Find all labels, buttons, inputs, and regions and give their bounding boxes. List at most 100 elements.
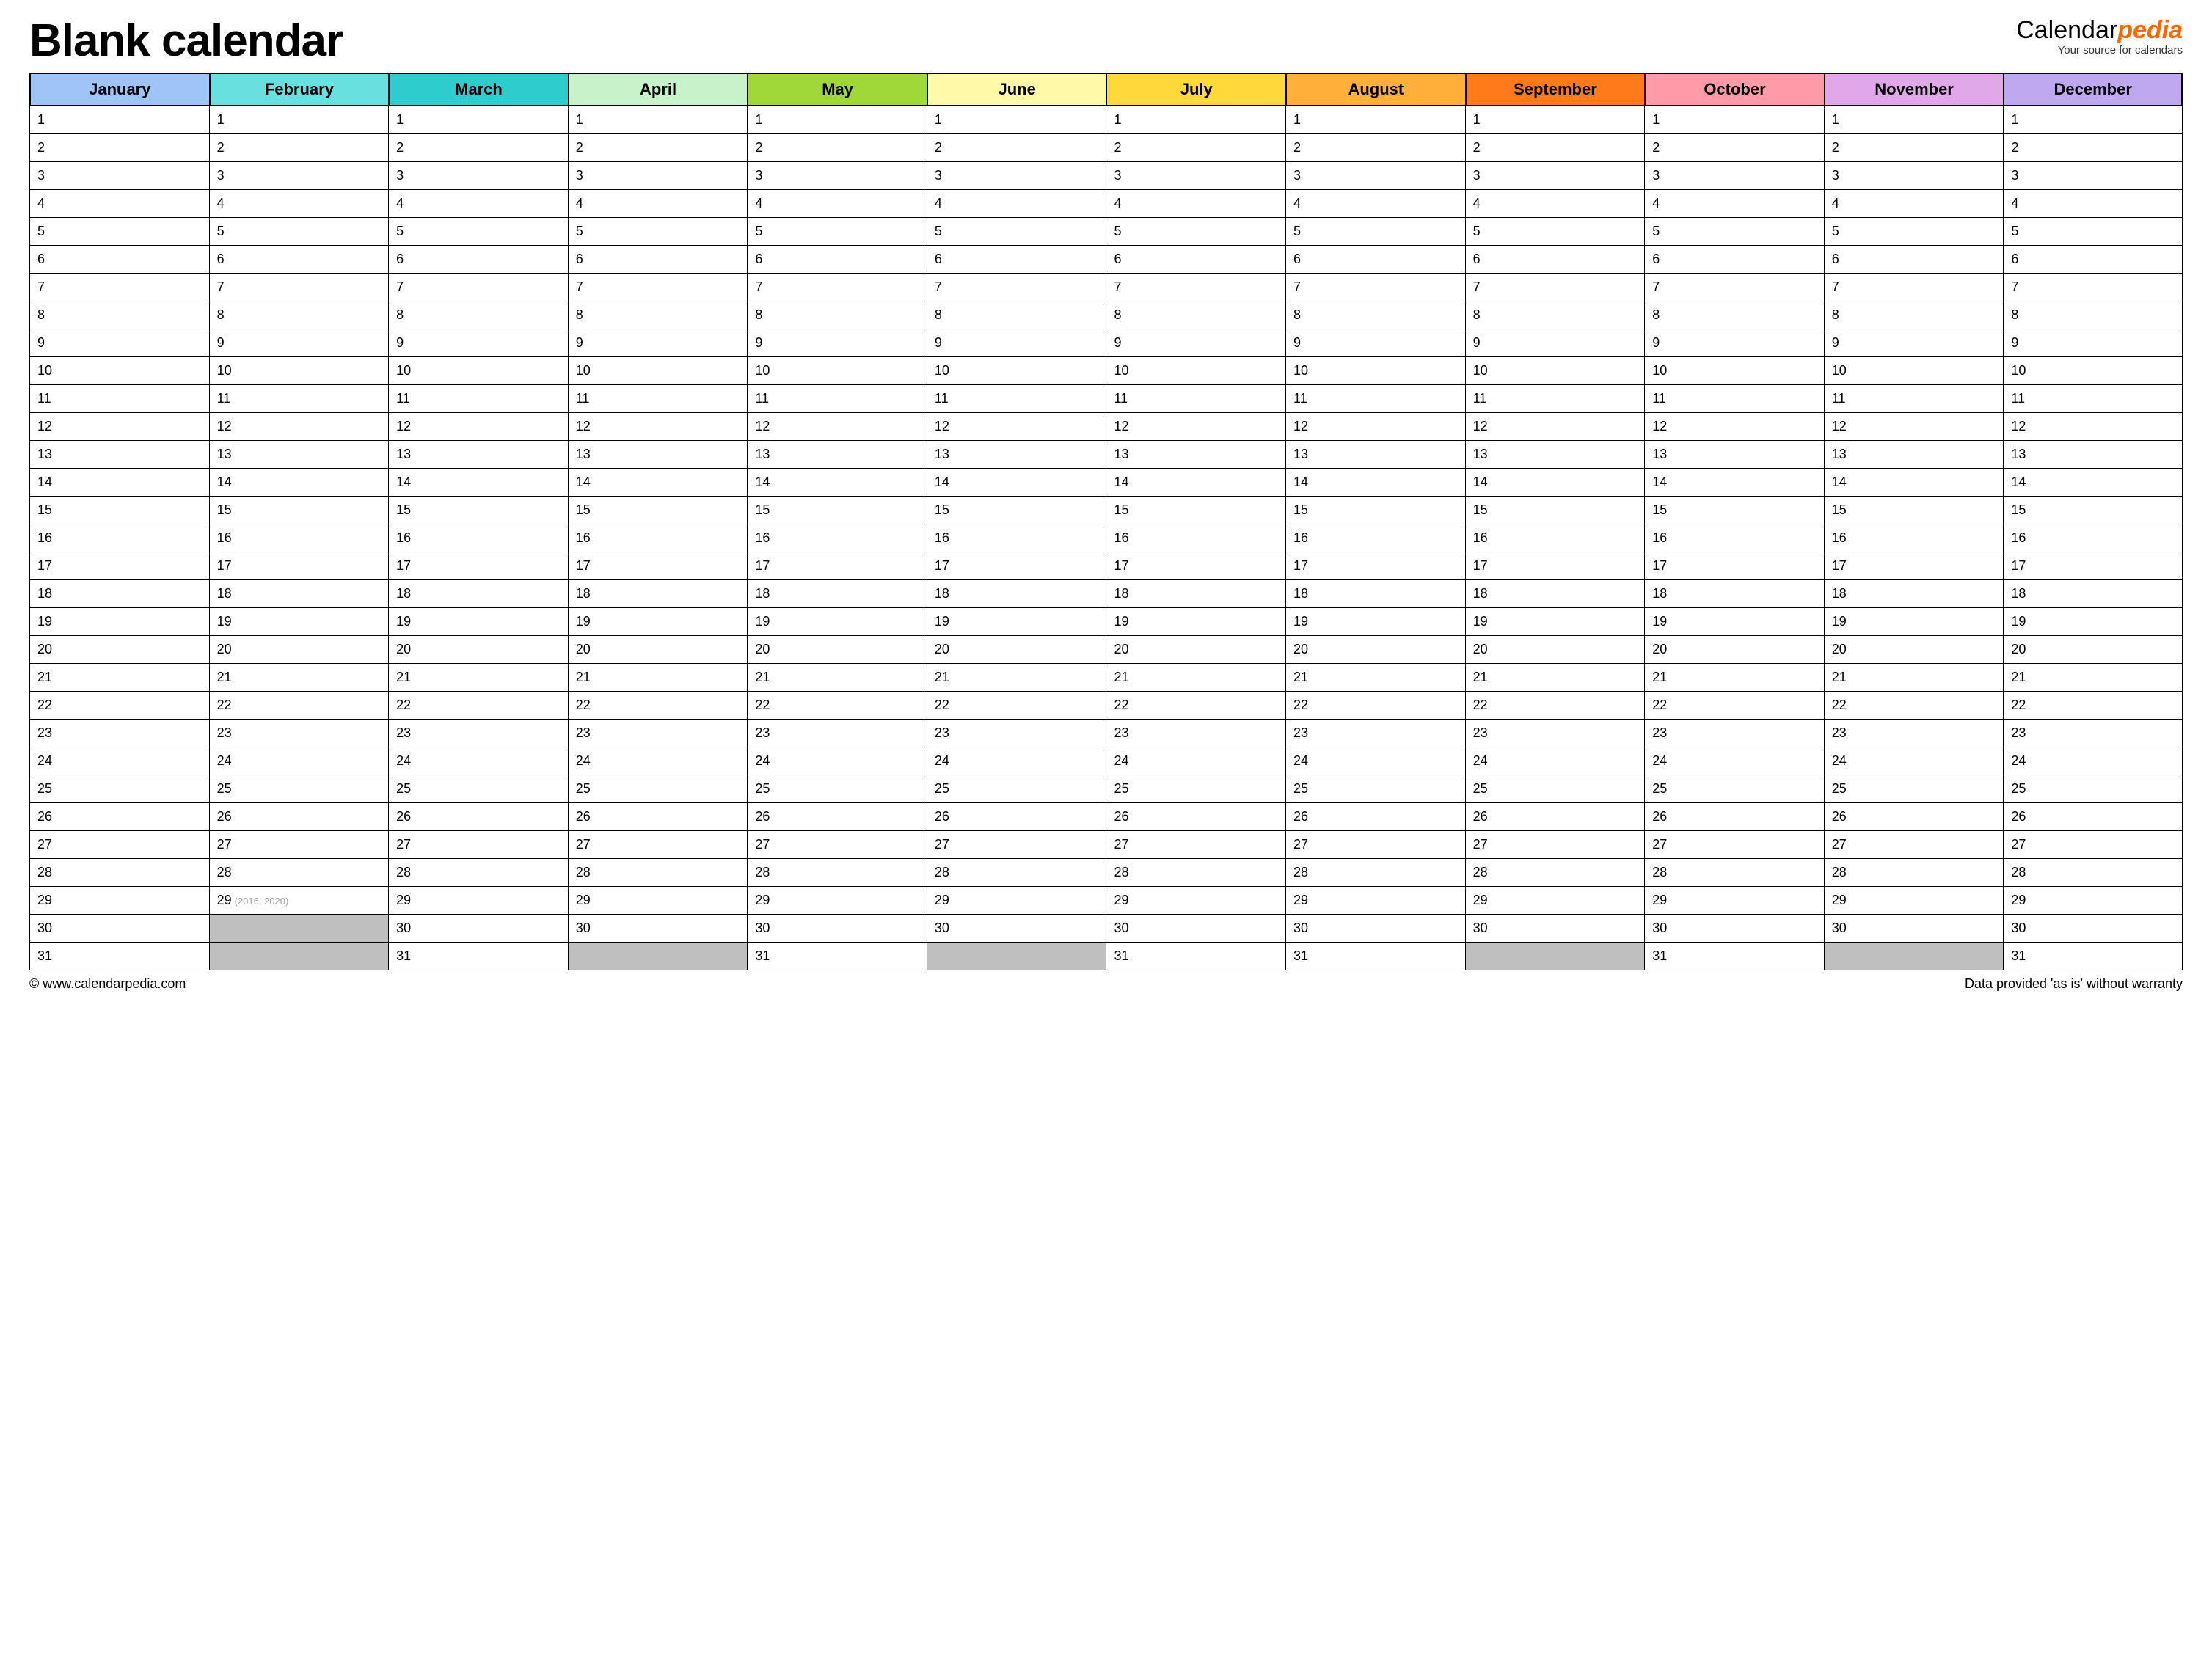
day-cell: 22 bbox=[29, 692, 209, 720]
month-header: October bbox=[1644, 73, 1824, 106]
day-cell-empty bbox=[209, 943, 389, 970]
day-cell: 25 bbox=[568, 775, 748, 803]
day-cell: 4 bbox=[1285, 190, 1465, 218]
calendar-row: 161616161616161616161616 bbox=[29, 524, 2183, 552]
day-cell: 30 bbox=[388, 915, 568, 943]
day-cell: 30 bbox=[747, 915, 927, 943]
day-cell: 1 bbox=[927, 106, 1106, 134]
day-cell: 24 bbox=[388, 747, 568, 775]
month-header: July bbox=[1106, 73, 1285, 106]
day-cell: 19 bbox=[927, 608, 1106, 636]
day-cell: 3 bbox=[209, 162, 389, 190]
day-cell: 15 bbox=[29, 497, 209, 524]
day-cell: 26 bbox=[1644, 803, 1824, 831]
day-cell: 13 bbox=[927, 441, 1106, 469]
day-cell: 3 bbox=[1824, 162, 2004, 190]
day-cell: 20 bbox=[1644, 636, 1824, 664]
day-cell: 30 bbox=[568, 915, 748, 943]
day-cell: 11 bbox=[1285, 385, 1465, 413]
day-cell: 28 bbox=[2003, 859, 2183, 887]
day-cell: 26 bbox=[1824, 803, 2004, 831]
day-cell: 25 bbox=[29, 775, 209, 803]
day-cell: 26 bbox=[747, 803, 927, 831]
day-cell: 4 bbox=[927, 190, 1106, 218]
day-cell-empty bbox=[568, 943, 748, 970]
calendar-row: 252525252525252525252525 bbox=[29, 775, 2183, 803]
day-cell: 5 bbox=[1824, 218, 2004, 246]
day-cell: 5 bbox=[29, 218, 209, 246]
day-cell: 23 bbox=[29, 720, 209, 747]
day-cell: 1 bbox=[1285, 106, 1465, 134]
month-header: September bbox=[1465, 73, 1645, 106]
day-cell: 30 bbox=[1465, 915, 1645, 943]
month-header: January bbox=[29, 73, 209, 106]
day-cell: 1 bbox=[29, 106, 209, 134]
day-cell: 5 bbox=[1285, 218, 1465, 246]
day-cell: 10 bbox=[568, 357, 748, 385]
day-cell: 21 bbox=[388, 664, 568, 692]
day-cell: 9 bbox=[388, 329, 568, 357]
day-cell: 14 bbox=[747, 469, 927, 497]
day-cell: 7 bbox=[1644, 274, 1824, 301]
day-cell: 23 bbox=[927, 720, 1106, 747]
day-cell: 9 bbox=[747, 329, 927, 357]
day-cell: 16 bbox=[1285, 524, 1465, 552]
day-cell: 31 bbox=[1106, 943, 1285, 970]
day-cell: 16 bbox=[1644, 524, 1824, 552]
day-cell: 8 bbox=[1824, 301, 2004, 329]
day-cell: 18 bbox=[927, 580, 1106, 608]
day-cell: 29 bbox=[927, 887, 1106, 915]
day-cell: 23 bbox=[2003, 720, 2183, 747]
day-cell: 6 bbox=[568, 246, 748, 274]
day-cell: 15 bbox=[1285, 497, 1465, 524]
day-cell: 2 bbox=[209, 134, 389, 162]
day-cell: 13 bbox=[388, 441, 568, 469]
day-cell: 10 bbox=[747, 357, 927, 385]
day-cell: 1 bbox=[1824, 106, 2004, 134]
calendar-row: 222222222222 bbox=[29, 134, 2183, 162]
day-cell: 13 bbox=[1644, 441, 1824, 469]
day-cell: 20 bbox=[568, 636, 748, 664]
day-cell: 29 bbox=[1285, 887, 1465, 915]
day-cell: 9 bbox=[1644, 329, 1824, 357]
calendar-row: 888888888888 bbox=[29, 301, 2183, 329]
day-cell: 24 bbox=[568, 747, 748, 775]
footer: © www.calendarpedia.com Data provided 'a… bbox=[29, 976, 2183, 992]
day-cell: 12 bbox=[1106, 413, 1285, 441]
day-cell: 10 bbox=[388, 357, 568, 385]
day-cell: 17 bbox=[1824, 552, 2004, 580]
day-cell: 23 bbox=[388, 720, 568, 747]
day-cell: 16 bbox=[568, 524, 748, 552]
day-cell: 21 bbox=[209, 664, 389, 692]
day-cell: 9 bbox=[1285, 329, 1465, 357]
day-cell: 10 bbox=[2003, 357, 2183, 385]
day-cell: 31 bbox=[388, 943, 568, 970]
day-cell: 1 bbox=[1106, 106, 1285, 134]
day-cell: 24 bbox=[927, 747, 1106, 775]
day-cell: 27 bbox=[29, 831, 209, 859]
day-cell: 29 bbox=[1644, 887, 1824, 915]
day-cell: 12 bbox=[209, 413, 389, 441]
day-cell: 7 bbox=[568, 274, 748, 301]
day-cell: 28 bbox=[1644, 859, 1824, 887]
day-cell: 3 bbox=[927, 162, 1106, 190]
day-cell: 31 bbox=[1285, 943, 1465, 970]
day-cell: 25 bbox=[927, 775, 1106, 803]
day-cell: 14 bbox=[568, 469, 748, 497]
month-header: April bbox=[568, 73, 748, 106]
calendar-row: 333333333333 bbox=[29, 162, 2183, 190]
day-cell: 27 bbox=[209, 831, 389, 859]
calendar-row: 999999999999 bbox=[29, 329, 2183, 357]
day-cell: 22 bbox=[747, 692, 927, 720]
day-cell: 29 bbox=[1824, 887, 2004, 915]
day-cell: 30 bbox=[1106, 915, 1285, 943]
day-cell: 5 bbox=[1644, 218, 1824, 246]
day-cell: 12 bbox=[568, 413, 748, 441]
day-cell: 4 bbox=[388, 190, 568, 218]
calendar-row: 222222222222222222222222 bbox=[29, 692, 2183, 720]
day-cell-empty bbox=[1824, 943, 2004, 970]
day-cell: 24 bbox=[209, 747, 389, 775]
day-cell: 15 bbox=[1644, 497, 1824, 524]
day-cell: 24 bbox=[1465, 747, 1645, 775]
brand-subtitle: Your source for calendars bbox=[2016, 44, 2183, 56]
